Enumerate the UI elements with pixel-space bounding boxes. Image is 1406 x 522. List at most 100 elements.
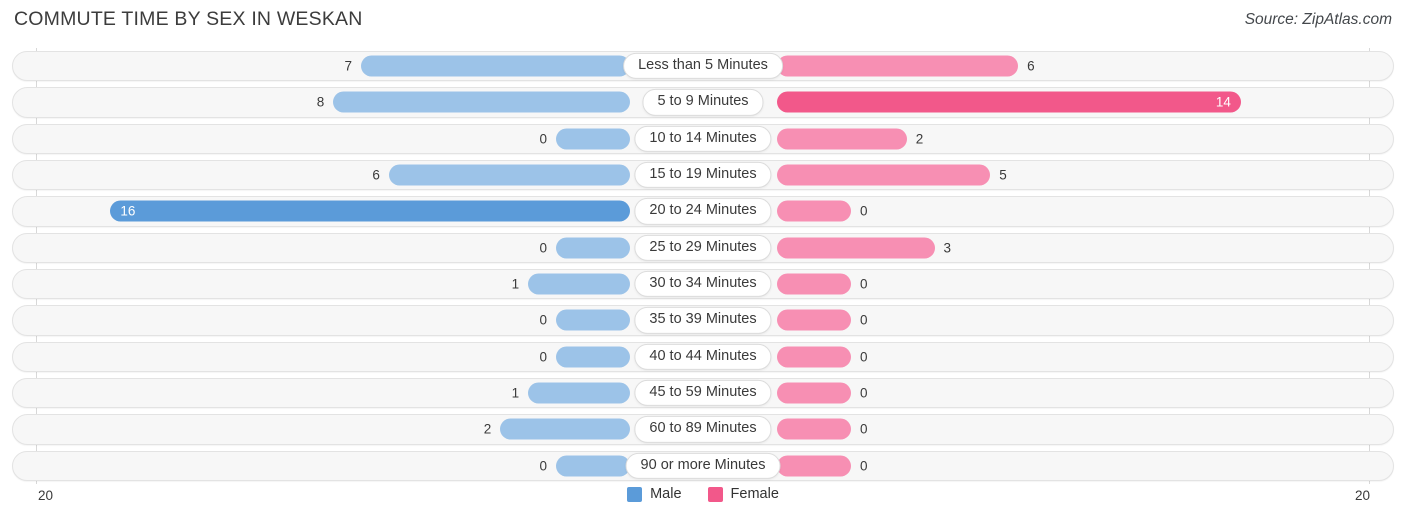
chart-legend: Male Female [0,486,1406,502]
male-bar[interactable]: 0 [556,346,630,368]
male-bar-value: 7 [344,58,353,74]
female-half: 14 [703,84,1406,120]
male-bar[interactable]: 0 [556,128,630,150]
female-bar-value: 3 [943,240,952,256]
male-bar-value: 1 [511,385,520,401]
female-bar-value: 0 [860,203,868,219]
male-half: 11 [0,375,703,411]
source-attribution: Source: ZipAtlas.com [1244,11,1392,28]
category-label: Less than 5 Minutes [623,53,783,80]
female-bar[interactable]: 0 [777,418,851,440]
female-bar-value-inside: 14 [1215,94,1231,110]
chart-row: 88 14 5 to 9 Minutes [0,84,1406,120]
category-label: 35 to 39 Minutes [634,307,772,334]
male-half: 11 [0,266,703,302]
female-bar[interactable]: 0 [777,455,851,477]
legend-label-male: Male [650,486,682,502]
male-bar[interactable]: 0 [556,237,630,259]
category-label: 5 to 9 Minutes [642,89,764,116]
male-bar[interactable]: 16 [110,200,630,222]
male-half: 00 [0,339,703,375]
category-label: 45 to 59 Minutes [634,380,772,407]
female-bar[interactable]: 0 [777,309,851,331]
chart-row: 7766Less than 5 Minutes [0,48,1406,84]
chart-row: 003325 to 29 Minutes [0,230,1406,266]
female-half: 33 [703,230,1406,266]
male-bar[interactable]: 1 [528,273,630,295]
legend-swatch-male-icon [627,486,643,502]
category-label: 30 to 34 Minutes [634,271,772,298]
male-half: 00 [0,121,703,157]
female-bar[interactable]: 3 [777,237,935,259]
female-half: 55 [703,157,1406,193]
female-bar-value: 0 [860,421,868,437]
female-bar-value: 0 [860,312,868,328]
male-bar-value-inside: 16 [120,203,136,219]
category-label: 60 to 89 Minutes [634,416,772,443]
male-bar-value: 0 [539,349,547,365]
chart-row: 000035 to 39 Minutes [0,302,1406,338]
female-bar[interactable]: 0 [777,273,851,295]
legend-swatch-female-icon [707,486,723,502]
male-bar[interactable]: 2 [500,418,630,440]
male-bar[interactable]: 8 [333,91,630,113]
legend-label-female: Female [730,486,779,502]
male-half: 88 [0,84,703,120]
male-half: 22 [0,411,703,447]
female-bar[interactable]: 0 [777,200,851,222]
male-bar-value: 8 [316,94,325,110]
male-bar-value: 2 [483,421,492,437]
male-bar-value: 0 [539,312,547,328]
chart-rows: 7766Less than 5 Minutes88145 to 9 Minute… [0,48,1406,484]
female-bar[interactable]: 0 [777,382,851,404]
chart-row: 110045 to 59 Minutes [0,375,1406,411]
chart-plot-area: 7766Less than 5 Minutes88145 to 9 Minute… [0,48,1406,484]
category-label: 25 to 29 Minutes [634,234,772,261]
category-label: 40 to 44 Minutes [634,343,772,370]
male-bar[interactable]: 6 [388,164,630,186]
male-half: 00 [0,448,703,484]
male-bar[interactable]: 0 [556,309,630,331]
female-bar-value: 0 [860,276,868,292]
category-label: 15 to 19 Minutes [634,162,772,189]
male-bar[interactable]: 0 [556,455,630,477]
male-bar[interactable]: 1 [528,382,630,404]
male-bar-value: 6 [372,167,380,183]
female-half: 00 [703,411,1406,447]
legend-item-female[interactable]: Female [707,486,779,502]
female-half: 00 [703,302,1406,338]
female-bar[interactable]: 0 [777,346,851,368]
male-bar[interactable]: 7 [361,55,630,77]
female-half: 00 [703,193,1406,229]
male-bar-value: 1 [511,276,520,292]
female-half: 66 [703,48,1406,84]
female-bar[interactable]: 2 [777,128,907,150]
female-bar[interactable]: 6 [777,55,1019,77]
female-half: 00 [703,375,1406,411]
female-half: 22 [703,121,1406,157]
male-bar-value: 0 [539,458,547,474]
female-bar-value: 2 [915,131,924,147]
chart-row: 220060 to 89 Minutes [0,411,1406,447]
chart-row: 665515 to 19 Minutes [0,157,1406,193]
chart-row: 160020 to 24 Minutes [0,193,1406,229]
chart-page: COMMUTE TIME BY SEX IN WESKAN Source: Zi… [0,0,1406,522]
category-label: 90 or more Minutes [625,452,781,479]
female-bar-value: 5 [999,167,1007,183]
female-bar-value: 0 [860,458,868,474]
male-bar-value: 0 [539,131,547,147]
female-bar[interactable]: 5 [777,164,991,186]
male-half: 00 [0,302,703,338]
legend-item-male[interactable]: Male [627,486,682,502]
male-half: 66 [0,157,703,193]
female-half: 00 [703,448,1406,484]
chart-row: 000090 or more Minutes [0,448,1406,484]
female-bar-value: 6 [1027,58,1035,74]
female-half: 00 [703,266,1406,302]
female-bar[interactable]: 14 [777,91,1241,113]
female-bar-value: 0 [860,385,868,401]
category-label: 20 to 24 Minutes [634,198,772,225]
male-half: 16 [0,193,703,229]
chart-row: 002210 to 14 Minutes [0,121,1406,157]
male-half: 00 [0,230,703,266]
